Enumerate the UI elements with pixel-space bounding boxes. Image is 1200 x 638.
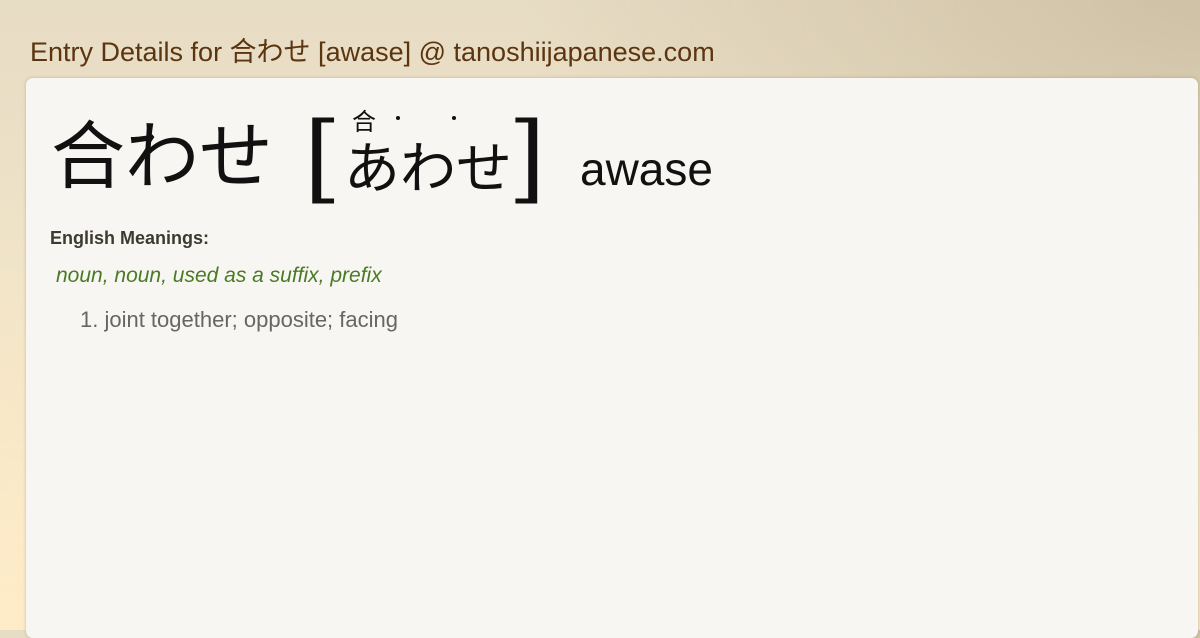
reading-bracket-close: ]: [508, 102, 546, 214]
reading-bracket-open: [: [304, 102, 342, 214]
furigana-dot: [396, 116, 400, 120]
part-of-speech: noun, noun, used as a suffix, prefix: [56, 264, 382, 287]
entry-heading: 合わせ [ 合 あわせ ] awase: [26, 78, 1198, 218]
romaji-reading: awase: [580, 143, 713, 195]
entry-panel: 合わせ [ 合 あわせ ] awase English Meanings: no…: [26, 78, 1198, 638]
headword: 合わせ: [51, 114, 273, 200]
reading-block: 合 あわせ: [344, 102, 512, 202]
definition-item: 1. joint together; opposite; facing: [80, 307, 398, 332]
page-title: Entry Details for 合わせ [awase] @ tanoshii…: [30, 37, 715, 67]
furigana-dot: [452, 116, 456, 120]
kana-reading: あわせ: [344, 137, 512, 202]
meanings-label: English Meanings:: [50, 228, 210, 248]
definition-list: 1. joint together; opposite; facing: [80, 307, 398, 333]
furigana-kanji: 合: [352, 108, 376, 136]
